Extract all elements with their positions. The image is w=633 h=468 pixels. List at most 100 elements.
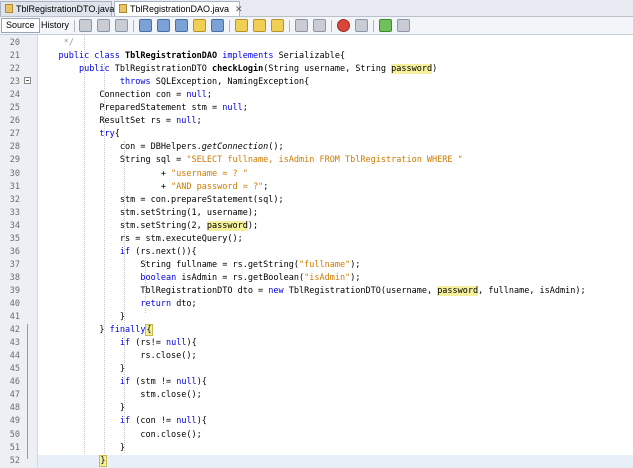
find-next-icon[interactable] (175, 19, 188, 32)
editor-tab-bar: TblRegistrationDTO.java TblRegistrationD… (0, 0, 633, 17)
find-selection-icon[interactable] (139, 19, 152, 32)
line-number: 31 (9, 181, 20, 192)
code-token: TblRegistrationDTO(username, (288, 285, 438, 296)
code-line: stm.setString(2, password); (38, 220, 633, 233)
code-token: stm = con.prepareStatement(sql); (38, 194, 284, 205)
line-number: 23 (9, 77, 20, 88)
fold-toggle-icon[interactable] (24, 77, 31, 84)
editor-toolbar: Source History (0, 17, 633, 35)
code-line: } (38, 363, 633, 376)
toolbar-separator (133, 20, 134, 32)
code-token: SQLException, NamingException{ (155, 77, 310, 88)
code-line: boolean isAdmin = rs.getBoolean("isAdmin… (38, 272, 633, 285)
code-token: (String username, String (263, 64, 392, 75)
code-line: TblRegistrationDTO dto = new TblRegistra… (38, 285, 633, 298)
code-token: password (206, 220, 248, 231)
shift-right-icon[interactable] (313, 19, 326, 32)
code-token: Serializable{ (278, 51, 346, 62)
code-token: TblRegistrationDAO (125, 51, 218, 62)
code-token: checkLogin (212, 64, 264, 75)
next-bookmark-icon[interactable] (253, 19, 266, 32)
close-tab-icon[interactable]: ✕ (235, 2, 243, 16)
line-number: 21 (9, 51, 20, 62)
forward-icon[interactable] (115, 19, 128, 32)
previous-bookmark-icon[interactable] (235, 19, 248, 32)
code-line: con.close(); (38, 429, 633, 442)
code-token: , fullname, isAdmin); (478, 285, 586, 296)
code-token: Connection con = (38, 90, 187, 101)
line-number: 48 (9, 403, 20, 414)
code-line: throws SQLException, NamingException{ (38, 76, 633, 89)
line-number: 46 (9, 377, 20, 388)
java-file-icon (5, 4, 13, 13)
code-token: implements (217, 51, 279, 62)
toggle-highlight-icon[interactable] (193, 19, 206, 32)
toggle-bookmark-icon[interactable] (271, 19, 284, 32)
code-token: (rs!= (135, 338, 166, 349)
find-previous-icon[interactable] (157, 19, 170, 32)
code-token: + (38, 168, 172, 179)
code-token: { (145, 324, 153, 337)
code-token: null (176, 416, 197, 427)
code-token: null (165, 338, 187, 349)
code-token: + (38, 181, 172, 192)
tab-tblregistrationdto[interactable]: TblRegistrationDTO.java (0, 1, 114, 16)
line-number: 30 (9, 168, 20, 179)
code-token: "fullname" (299, 259, 351, 270)
code-line: stm = con.prepareStatement(sql); (38, 194, 633, 207)
code-line: stm.close(); (38, 389, 633, 402)
code-token: ); (247, 220, 259, 231)
code-token: stm.close(); (38, 390, 202, 401)
stop-macro-icon[interactable] (355, 19, 368, 32)
code-token: ; (206, 90, 213, 101)
back-icon[interactable] (97, 19, 110, 32)
line-number: 49 (9, 416, 20, 427)
line-number: 44 (9, 351, 20, 362)
toggle-rect-selection-icon[interactable] (211, 19, 224, 32)
code-line: + "AND password = ?"; (38, 181, 633, 194)
line-number-gutter: 20 21 22 23 24 25 26 27 28 29 30 31 32 33 34 35 36 37 38 39… (0, 35, 38, 468)
tab-tblregistrationdao[interactable]: TblRegistrationDAO.java ✕ (114, 1, 243, 16)
source-view-button[interactable]: Source (1, 18, 40, 33)
code-token: } (99, 454, 107, 467)
history-view-button[interactable]: History (37, 18, 73, 33)
last-edit-icon[interactable] (79, 19, 92, 32)
line-number: 43 (9, 338, 20, 349)
line-number: 20 (9, 38, 20, 48)
code-token: */ (38, 38, 74, 48)
code-line: } finally{ (38, 324, 633, 337)
code-token: null (176, 377, 197, 388)
code-line: } (38, 311, 633, 324)
code-token: { (114, 129, 120, 140)
code-token: con.close(); (38, 429, 202, 440)
code-token: dto; (176, 299, 197, 309)
uncomment-icon[interactable] (397, 19, 410, 32)
comment-icon[interactable] (379, 19, 392, 32)
line-number: 45 (9, 364, 20, 375)
code-token: null (186, 90, 207, 101)
code-token: TblRegistrationDTO (114, 64, 213, 75)
code-token: } (38, 364, 125, 375)
code-token: ) (432, 64, 438, 75)
code-editor[interactable]: */ public class TblRegistrationDAO imple… (38, 35, 633, 468)
code-token: if (119, 416, 136, 427)
code-token: (); (268, 142, 284, 153)
line-number: 36 (9, 246, 20, 257)
tab-label: TblRegistrationDAO.java (130, 4, 230, 14)
code-line: rs = stm.executeQuery(); (38, 233, 633, 246)
line-number: 39 (9, 285, 20, 296)
code-token: con = DBHelpers. (38, 142, 202, 153)
code-token: if (119, 338, 136, 349)
code-token: stm.setString(2, (38, 220, 207, 231)
shift-left-icon[interactable] (295, 19, 308, 32)
code-line: return dto; (38, 298, 633, 311)
start-macro-icon[interactable] (337, 19, 350, 32)
code-token: ; (242, 103, 248, 114)
code-token: rs.close(); (38, 351, 197, 362)
